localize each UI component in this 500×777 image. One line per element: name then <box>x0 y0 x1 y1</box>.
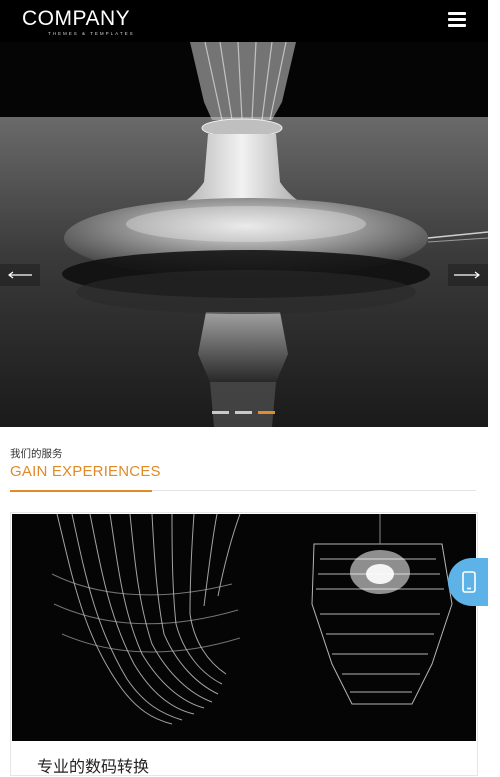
section-subtitle: 我们的服务 <box>10 448 63 460</box>
hero-slider <box>0 42 488 427</box>
slider-dot-1[interactable] <box>212 411 229 414</box>
slider-dot-2[interactable] <box>235 411 252 414</box>
section-title: GAIN EXPERIENCES <box>10 463 161 480</box>
hero-image <box>0 42 488 427</box>
slider-next-button[interactable] <box>448 264 488 286</box>
logo-sub-text: THEMES & TEMPLATES <box>48 31 135 36</box>
mobile-phone-icon <box>462 571 476 593</box>
company-logo[interactable]: COMPANY THEMES & TEMPLATES <box>22 7 135 37</box>
right-gutter <box>488 0 500 771</box>
logo-main-text: COMPANY <box>22 7 131 30</box>
card-title[interactable]: 专业的数码转换 <box>37 753 149 777</box>
hamburger-menu-icon[interactable] <box>446 12 468 30</box>
slider-pagination <box>212 411 275 417</box>
floating-contact-button[interactable] <box>448 558 488 606</box>
section-divider-accent <box>10 490 152 492</box>
arrow-right-icon <box>454 271 480 279</box>
slider-dot-3[interactable] <box>258 411 275 414</box>
site-header: COMPANY THEMES & TEMPLATES <box>0 0 488 42</box>
slider-prev-button[interactable] <box>0 264 40 286</box>
service-card[interactable]: 专业的数码转换 <box>10 512 478 776</box>
arrow-left-icon <box>8 271 32 279</box>
chandelier-image <box>12 514 476 741</box>
